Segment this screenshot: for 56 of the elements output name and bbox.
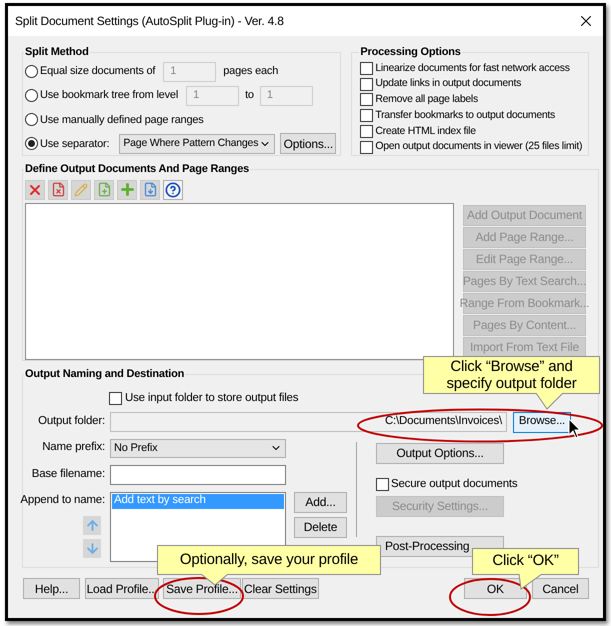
field-label: to <box>245 88 254 104</box>
checkbox[interactable] <box>360 62 374 75</box>
field-label: pages each <box>223 64 278 80</box>
checkbox-label: Open output documents in viewer (25 files limit) <box>375 139 582 154</box>
checkbox[interactable] <box>376 478 389 491</box>
separator-dropdown[interactable]: Page Where Pattern Changes <box>119 134 276 154</box>
group-title: Processing Options <box>359 45 462 60</box>
radio-label: Use bookmark tree from level <box>40 88 178 104</box>
base-filename-field[interactable] <box>110 464 286 484</box>
checkbox-label: Linearize documents for fast network access <box>375 60 570 76</box>
checkbox[interactable] <box>360 140 374 154</box>
button[interactable]: Clear Settings <box>242 578 319 599</box>
field-label: Append to name: <box>20 492 105 508</box>
delete-icon[interactable] <box>25 180 45 200</box>
checkbox[interactable] <box>109 392 122 405</box>
button[interactable]: Output Options... <box>376 442 504 464</box>
callout-pointer <box>200 574 230 586</box>
radio-button[interactable] <box>25 137 38 150</box>
prefix-dropdown[interactable]: No Prefix <box>110 438 286 458</box>
checkbox-label: Update links in output documents <box>375 76 522 92</box>
checkbox[interactable] <box>360 93 374 106</box>
button[interactable]: Help... <box>23 578 80 599</box>
checkbox-label: Transfer bookmarks to output documents <box>375 108 555 123</box>
group-title: Output Naming and Destination <box>24 367 186 382</box>
button[interactable]: Delete <box>294 516 347 538</box>
radio-button[interactable] <box>25 113 38 126</box>
browse-button[interactable]: Browse... <box>513 412 571 432</box>
button[interactable]: Options... <box>280 133 336 154</box>
callout-pointer <box>518 574 544 590</box>
radio-button[interactable] <box>25 65 38 78</box>
help-icon[interactable] <box>163 180 183 200</box>
window-title: Split Document Settings (AutoSplit Plug-in) - Ver. 4.8 <box>15 13 284 30</box>
callout-pointer <box>535 393 565 410</box>
button[interactable]: Cancel <box>532 578 589 599</box>
checkbox[interactable] <box>360 124 374 138</box>
radio-label: Use separator: <box>40 136 110 152</box>
checkbox-label: Remove all page labels <box>375 92 478 107</box>
button[interactable]: Add... <box>294 492 347 512</box>
field-label: Base filename: <box>30 466 105 482</box>
radio-label: Equal size documents of <box>40 64 156 80</box>
checkbox-label: Secure output documents <box>391 476 518 492</box>
file-delete-icon[interactable] <box>48 180 68 200</box>
output-folder-field[interactable]: C:\Documents\Invoices\ <box>110 412 507 432</box>
radio-label: Use manually defined page ranges <box>40 112 204 128</box>
file-down-icon[interactable] <box>140 180 160 200</box>
field-label: Output folder: <box>37 414 105 430</box>
radio-button[interactable] <box>25 89 38 102</box>
cursor-icon <box>568 418 582 440</box>
checkbox-label: Use input folder to store output files <box>125 390 298 406</box>
checkbox[interactable] <box>360 109 374 122</box>
button[interactable]: Load Profile... <box>85 578 160 599</box>
checkbox-label: Create HTML index file <box>375 124 476 138</box>
group-title: Define Output Documents And Page Ranges <box>24 162 250 177</box>
checkbox[interactable] <box>360 78 374 91</box>
field-label: Name prefix: <box>41 440 105 456</box>
group-title: Split Method <box>24 45 90 60</box>
